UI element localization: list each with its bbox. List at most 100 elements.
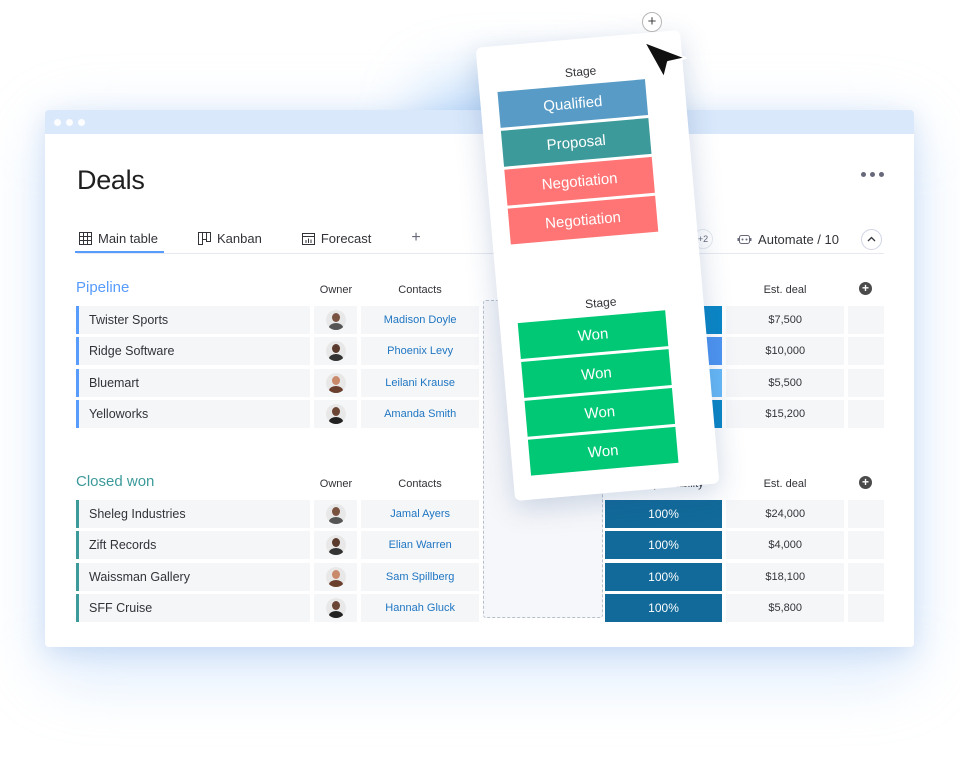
probability-cell[interactable]: 100% [604,562,723,591]
app-window: Deals Main table Kanban Forecast + +2 Au… [45,110,914,647]
column-header-est-deal[interactable]: Est. deal [726,284,844,296]
dragged-stage-column[interactable]: Stage Qualified Proposal Negotiation Neg… [475,29,720,502]
tab-forecast[interactable]: Forecast [300,224,374,252]
avatar [325,598,346,619]
table-row[interactable]: Waissman Gallery Sam Spillberg 100% $18,… [76,562,884,591]
tab-label: Main table [98,230,158,246]
item-name[interactable]: Ridge Software [76,337,311,366]
table-row[interactable]: Yelloworks Amanda Smith $15,200 [76,400,884,429]
table-row[interactable]: Ridge Software Phoenix Levy $10,000 [76,337,884,366]
tab-main-table[interactable]: Main table [75,224,164,253]
contact-link[interactable]: Elian Warren [361,531,479,560]
est-deal-cell[interactable]: $18,100 [726,562,845,591]
owner-cell[interactable] [314,337,358,366]
plus-icon[interactable]: + [642,12,662,32]
owner-cell[interactable] [314,400,358,429]
automate-label: Automate / 10 [758,231,839,247]
owner-cell[interactable] [314,531,358,560]
contact-link[interactable]: Madison Doyle [361,305,479,334]
table-row[interactable]: Zift Records Elian Warren 100% $4,000 [76,531,884,560]
item-name[interactable]: Zift Records [76,531,311,560]
item-name[interactable]: Waissman Gallery [76,562,311,591]
contact-link[interactable]: Hannah Gluck [361,594,479,623]
group-header: Closed won Owner Contacts Close probabil… [76,472,884,496]
chart-icon [301,232,315,245]
est-deal-cell[interactable]: $24,000 [726,499,845,528]
table-row[interactable]: Twister Sports Madison Doyle $7,500 [76,305,884,334]
empty-cell [848,499,884,528]
group-pipeline: Pipeline Owner Contacts Est. deal + Twis… [76,278,884,429]
group-header: Pipeline Owner Contacts Est. deal + [76,278,884,302]
empty-cell [848,594,884,623]
tab-label: Forecast [320,230,372,246]
owner-cell[interactable] [314,368,358,397]
contact-link[interactable]: Leilani Krause [361,368,479,397]
table-icon [79,231,92,245]
contact-link[interactable]: Amanda Smith [361,400,479,429]
kanban-icon [197,231,211,245]
item-name[interactable]: Twister Sports [76,305,311,334]
est-deal-cell[interactable]: $7,500 [726,305,845,334]
avatar [325,566,346,587]
empty-cell [848,368,884,397]
automate-button[interactable]: Automate / 10 [737,232,839,247]
empty-cell [848,531,884,560]
owner-cell[interactable] [314,562,358,591]
owner-cell[interactable] [314,594,358,623]
est-deal-cell[interactable]: $15,200 [726,400,845,429]
avatar [325,404,346,425]
robot-icon [737,235,752,244]
more-horizontal-icon[interactable] [861,172,884,177]
item-name[interactable]: Yelloworks [76,400,311,429]
item-name[interactable]: Sheleg Industries [76,499,311,528]
table-row[interactable]: Sheleg Industries Jamal Ayers 100% $24,0… [76,499,884,528]
probability-cell[interactable]: 100% [604,531,723,560]
mouse-cursor-icon [643,41,687,79]
column-header-est-deal[interactable]: Est. deal [726,478,844,490]
empty-cell [848,337,884,366]
window-titlebar [45,110,914,134]
est-deal-cell[interactable]: $10,000 [726,337,845,366]
table-row[interactable]: SFF Cruise Hannah Gluck 100% $5,800 [76,594,884,623]
empty-cell [848,305,884,334]
probability-cell[interactable]: 100% [604,594,723,623]
add-view-button[interactable]: + [409,224,422,252]
column-header-contacts[interactable]: Contacts [361,478,479,490]
tab-kanban[interactable]: Kanban [196,224,264,252]
add-column-button[interactable]: + [859,282,872,295]
tab-label: Kanban [216,230,262,246]
est-deal-cell[interactable]: $4,000 [726,531,845,560]
contact-link[interactable]: Jamal Ayers [361,499,479,528]
empty-cell [848,562,884,591]
stage-header: Stage [584,294,617,312]
window-dot-maximize[interactable] [78,118,85,126]
page-title: Deals [77,165,145,195]
avatar [325,372,346,393]
owner-cell[interactable] [314,305,358,334]
contact-link[interactable]: Phoenix Levy [361,337,479,366]
avatar [325,341,346,362]
est-deal-cell[interactable]: $5,800 [726,594,845,623]
owner-cell[interactable] [314,499,358,528]
group-closed-won: Closed won Owner Contacts Close probabil… [76,472,884,623]
board-toolbar: +2 Automate / 10 [675,226,882,252]
add-column-button[interactable]: + [859,476,872,489]
column-header-owner[interactable]: Owner [316,478,356,490]
chevron-up-icon[interactable] [861,228,882,250]
group-title[interactable]: Pipeline [76,279,129,296]
est-deal-cell[interactable]: $5,500 [726,368,845,397]
avatar [325,309,346,330]
contact-link[interactable]: Sam Spillberg [361,562,479,591]
table-row[interactable]: Bluemart Leilani Krause $5,500 [76,368,884,397]
column-header-contacts[interactable]: Contacts [361,284,479,296]
avatar [325,535,346,556]
column-header-owner[interactable]: Owner [316,284,356,296]
item-name[interactable]: SFF Cruise [76,594,311,623]
window-dot-close[interactable] [54,118,61,126]
probability-cell[interactable]: 100% [604,499,723,528]
empty-cell [848,400,884,429]
avatar [325,503,346,524]
group-title[interactable]: Closed won [76,473,154,490]
item-name[interactable]: Bluemart [76,368,311,397]
window-dot-minimize[interactable] [66,118,73,126]
